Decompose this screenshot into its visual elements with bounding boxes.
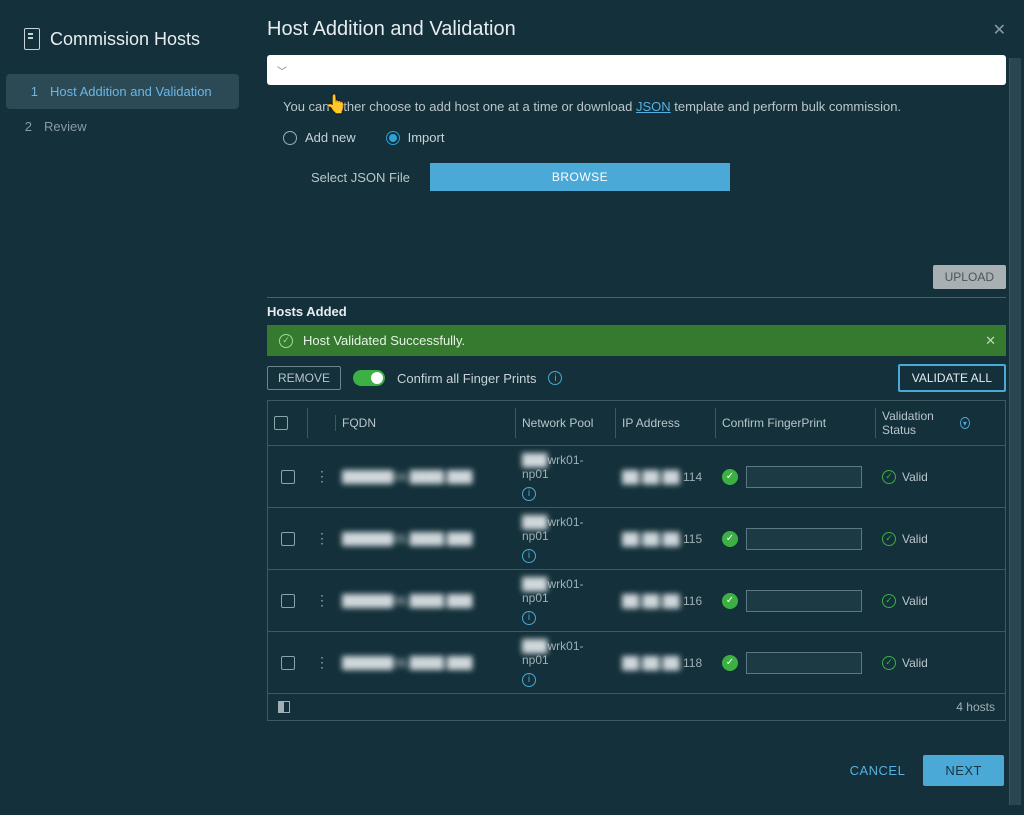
header-checkbox-cell — [268, 408, 308, 438]
hosts-added-heading: Hosts Added — [267, 304, 1006, 319]
table-row: ⋮ ██████04.████.███ ███wrk01-np01 i ██.██… — [268, 446, 1005, 508]
validation-status: ✓Valid — [882, 470, 970, 484]
row-actions-menu[interactable]: ⋮ — [315, 530, 329, 547]
pool-value: ███wrk01-np01 — [522, 515, 610, 543]
cancel-button[interactable]: CANCEL — [850, 755, 906, 786]
step-label: Host Addition and Validation — [50, 84, 212, 99]
wizard-step-host-addition[interactable]: 1 Host Addition and Validation — [6, 74, 239, 109]
fingerprint-confirmed-icon: ✓ — [722, 655, 738, 671]
mode-selector: Add new Import — [267, 124, 1006, 163]
header-ip-address[interactable]: IP Address — [616, 408, 716, 438]
info-icon[interactable]: i — [548, 371, 562, 385]
radio-icon — [283, 131, 297, 145]
fingerprint-input[interactable] — [746, 466, 862, 488]
validate-all-button[interactable]: VALIDATE ALL — [898, 364, 1006, 392]
divider — [267, 297, 1006, 298]
column-toggle-icon[interactable] — [278, 701, 290, 713]
fqdn-value: ██████08.████.███ — [342, 656, 510, 670]
ip-value: ██.██.██.116 — [622, 594, 710, 608]
fingerprint-confirmed-icon: ✓ — [722, 593, 738, 609]
confirm-all-toggle[interactable] — [353, 370, 385, 386]
description-text: You can either choose to add host one at… — [267, 99, 1006, 124]
next-button[interactable]: NEXT — [923, 755, 1004, 786]
step-number: 2 — [18, 119, 32, 134]
wizard-footer: CANCEL NEXT — [267, 721, 1006, 786]
table-row: ⋮ ██████08.████.███ ███wrk01-np01 i ██.██… — [268, 632, 1005, 694]
fqdn-value: ██████04.████.███ — [342, 470, 510, 484]
page-title: Host Addition and Validation — [267, 18, 1006, 41]
validation-status: ✓Valid — [882, 656, 970, 670]
row-checkbox[interactable] — [281, 532, 295, 546]
remove-button[interactable]: REMOVE — [267, 366, 341, 390]
sidebar-title-text: Commission Hosts — [50, 29, 200, 50]
select-all-checkbox[interactable] — [274, 416, 288, 430]
fqdn-value: ██████05.████.███ — [342, 532, 510, 546]
ip-value: ██.██.██.115 — [622, 532, 710, 546]
row-actions-menu[interactable]: ⋮ — [315, 654, 329, 671]
table-row: ⋮ ██████05.████.███ ███wrk01-np01 i ██.██… — [268, 508, 1005, 570]
row-checkbox[interactable] — [281, 656, 295, 670]
row-actions-menu[interactable]: ⋮ — [315, 468, 329, 485]
dismiss-banner-icon[interactable]: ✕ — [985, 333, 996, 349]
check-circle-icon: ✓ — [279, 334, 293, 348]
header-fqdn[interactable]: FQDN — [336, 408, 516, 438]
main-panel: ✕ Host Addition and Validation ﹀ You can… — [245, 0, 1024, 815]
fqdn-value: ██████06.████.███ — [342, 594, 510, 608]
step-number: 1 — [24, 84, 38, 99]
file-select-row: Select JSON File BROWSE — [267, 163, 1006, 191]
radio-add-new[interactable]: Add new — [283, 130, 356, 145]
info-icon[interactable]: i — [522, 487, 536, 501]
ip-value: ██.██.██.118 — [622, 656, 710, 670]
success-message: Host Validated Successfully. — [303, 333, 465, 348]
filter-icon[interactable]: ▾ — [960, 417, 970, 429]
table-row: ⋮ ██████06.████.███ ███wrk01-np01 i ██.██… — [268, 570, 1005, 632]
info-icon[interactable]: i — [522, 611, 536, 625]
row-checkbox[interactable] — [281, 470, 295, 484]
ip-value: ██.██.██.114 — [622, 470, 710, 484]
validation-status: ✓Valid — [882, 594, 970, 608]
sidebar-title: Commission Hosts — [0, 18, 245, 74]
fingerprint-input[interactable] — [746, 528, 862, 550]
row-actions-menu[interactable]: ⋮ — [315, 592, 329, 609]
success-banner: ✓ Host Validated Successfully. ✕ — [267, 325, 1006, 356]
hosts-table: FQDN Network Pool IP Address Confirm Fin… — [267, 400, 1006, 721]
radio-import[interactable]: Import — [386, 130, 445, 145]
row-checkbox[interactable] — [281, 594, 295, 608]
info-icon[interactable]: i — [522, 673, 536, 687]
fingerprint-confirmed-icon: ✓ — [722, 469, 738, 485]
upload-button[interactable]: UPLOAD — [933, 265, 1006, 289]
header-network-pool[interactable]: Network Pool — [516, 408, 616, 438]
server-icon — [24, 28, 40, 50]
fingerprint-input[interactable] — [746, 590, 862, 612]
chevron-down-icon: ﹀ — [277, 63, 287, 78]
radio-icon — [386, 131, 400, 145]
wizard-step-review[interactable]: 2 Review — [0, 109, 245, 144]
header-validation-status[interactable]: Validation Status▾ — [876, 401, 976, 445]
browse-button[interactable]: BROWSE — [430, 163, 730, 191]
header-confirm-fingerprint[interactable]: Confirm FingerPrint — [716, 408, 876, 438]
close-icon[interactable]: ✕ — [993, 20, 1006, 40]
row-count: 4 hosts — [956, 700, 995, 714]
confirm-all-label: Confirm all Finger Prints — [397, 371, 536, 386]
file-label: Select JSON File — [311, 170, 410, 185]
table-header-row: FQDN Network Pool IP Address Confirm Fin… — [268, 401, 1005, 446]
fingerprint-confirmed-icon: ✓ — [722, 531, 738, 547]
accordion-toggle[interactable]: ﹀ — [267, 55, 1006, 85]
pool-value: ███wrk01-np01 — [522, 639, 610, 667]
json-template-link[interactable]: JSON — [636, 99, 671, 114]
validation-status: ✓Valid — [882, 532, 970, 546]
fingerprint-input[interactable] — [746, 652, 862, 674]
wizard-sidebar: Commission Hosts 1 Host Addition and Val… — [0, 0, 245, 815]
info-icon[interactable]: i — [522, 549, 536, 563]
pool-value: ███wrk01-np01 — [522, 577, 610, 605]
pool-value: ███wrk01-np01 — [522, 453, 610, 481]
table-footer: 4 hosts — [268, 694, 1005, 720]
scrollbar[interactable] — [1009, 58, 1021, 805]
table-toolbar: REMOVE Confirm all Finger Prints i VALID… — [267, 364, 1006, 392]
step-label: Review — [44, 119, 87, 134]
header-actions-cell — [308, 415, 336, 431]
